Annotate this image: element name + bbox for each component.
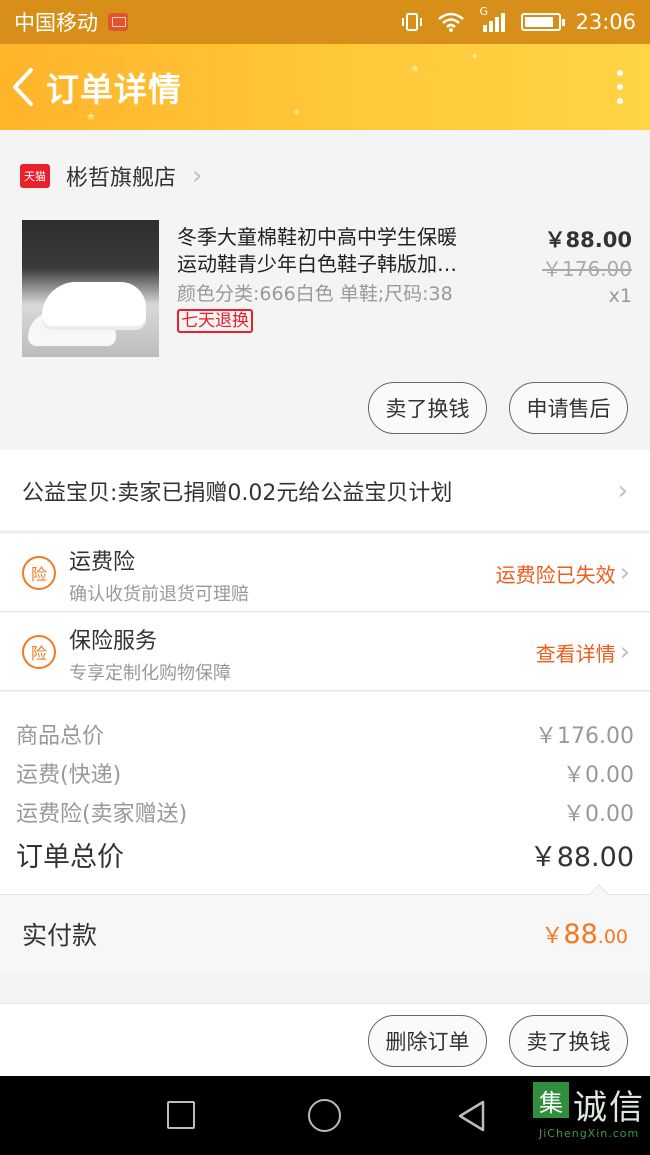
insurance-status: 运费险已失效 ›	[496, 534, 630, 612]
watermark-text: 诚信	[573, 1088, 645, 1128]
charity-row[interactable]: 公益宝贝:卖家已捐赠0.02元给公益宝贝计划 ›	[0, 450, 650, 532]
insurance-subtitle: 确认收货前退货可理赔	[69, 584, 249, 605]
product-title-line: 冬季大童棉鞋初中高中学生保暖	[177, 225, 457, 249]
currency-symbol: ￥	[541, 924, 564, 949]
price-row-value: ￥0.00	[563, 802, 634, 827]
chevron-right-icon: ›	[619, 637, 630, 667]
price-row-value: ￥0.00	[563, 763, 634, 788]
insurance-status-text: 运费险已失效	[495, 562, 616, 587]
order-total-value: ￥88.00	[529, 842, 634, 873]
actual-payment-row: 实付款 ￥88.00	[0, 884, 650, 973]
insurance-title: 保险服务	[69, 629, 158, 654]
product-item[interactable]: 冬季大童棉鞋初中高中学生保暖 运动鞋青少年白色鞋子韩版加… 颜色分类:666白色…	[0, 212, 650, 444]
tmall-logo-icon: 天猫	[20, 164, 50, 188]
insurance-icon: 险	[22, 556, 56, 590]
shop-row[interactable]: 天猫 彬哲旗舰店 ›	[0, 140, 650, 212]
nav-bar: ★ ★ ✦ ✦ 订单详情	[0, 44, 650, 130]
clock: 23:06	[575, 10, 636, 34]
product-title[interactable]: 冬季大童棉鞋初中高中学生保暖 运动鞋青少年白色鞋子韩版加…	[177, 224, 497, 278]
message-notification-icon	[108, 13, 128, 31]
more-dot-icon	[617, 84, 623, 90]
price-row-label: 商品总价	[16, 724, 105, 749]
status-bar: 中国移动 G 23:06	[0, 0, 650, 44]
view-details-text: 查看详情	[535, 641, 616, 666]
product-title-line: 运动鞋青少年白色鞋子韩版加…	[177, 252, 457, 276]
sell-for-cash-button[interactable]: 卖了换钱	[368, 382, 487, 434]
signal-icon: G	[479, 5, 507, 33]
more-options-button[interactable]	[590, 44, 650, 130]
price-row: 运费险(卖家赠送) ￥0.00	[16, 796, 634, 828]
insurance-details-link[interactable]: 查看详情 ›	[536, 613, 630, 691]
insurance-icon: 险	[22, 635, 56, 669]
price-row: 运费(快递) ￥0.00	[16, 757, 634, 789]
return-policy-badge: 七天退换	[177, 309, 253, 333]
more-dot-icon	[617, 98, 623, 104]
price-row-label: 运费(快递)	[16, 763, 122, 788]
chevron-right-icon: ›	[617, 475, 628, 506]
page-title: 订单详情	[46, 70, 182, 109]
product-quantity: x1	[608, 285, 632, 307]
price-row-label: 运费险(卖家赠送)	[16, 802, 188, 827]
delete-order-button[interactable]: 删除订单	[368, 1015, 487, 1067]
chevron-right-icon: ›	[192, 161, 203, 191]
back-button[interactable]	[0, 44, 46, 130]
actual-payment-amount: ￥88.00	[541, 918, 628, 950]
insurance-title: 运费险	[69, 550, 136, 575]
charity-text: 公益宝贝:卖家已捐赠0.02元给公益宝贝计划	[22, 480, 453, 506]
home-icon[interactable]	[308, 1099, 341, 1132]
insurance-service-row[interactable]: 险 保险服务 专享定制化购物保障 查看详情 ›	[0, 613, 650, 691]
chevron-left-icon	[13, 68, 33, 106]
sell-for-cash-button[interactable]: 卖了换钱	[509, 1015, 628, 1067]
shop-name: 彬哲旗舰店	[66, 166, 177, 191]
shipping-insurance-row[interactable]: 险 运费险 确认收货前退货可理赔 运费险已失效 ›	[0, 534, 650, 612]
bottom-action-bar: 删除订单 卖了换钱	[0, 1003, 650, 1076]
watermark-logo-icon: 集	[533, 1082, 569, 1118]
after-sale-button[interactable]: 申请售后	[509, 382, 628, 434]
carrier-label: 中国移动	[14, 11, 98, 35]
amount-integer: 88	[563, 919, 598, 950]
status-indicators: G 23:06	[401, 5, 636, 34]
order-total-row: 订单总价 ￥88.00	[16, 835, 634, 874]
back-triangle-icon[interactable]	[456, 1099, 486, 1133]
price-summary: 商品总价 ￥176.00 运费(快递) ￥0.00 运费险(卖家赠送) ￥0.0…	[0, 692, 650, 895]
price-row-value: ￥176.00	[535, 724, 634, 749]
product-spec: 颜色分类:666白色 单鞋;尺码:38	[177, 283, 453, 305]
battery-icon	[521, 13, 566, 31]
recent-apps-icon[interactable]	[167, 1101, 195, 1129]
watermark: 集 诚信 JiChengXin.com	[531, 1080, 650, 1155]
chevron-right-icon: ›	[619, 558, 630, 588]
product-original-price: ￥176.00	[542, 257, 632, 281]
product-price: ￥88.00	[544, 228, 632, 252]
actual-payment-label: 实付款	[22, 921, 98, 950]
wifi-icon	[438, 12, 465, 32]
price-row: 商品总价 ￥176.00	[16, 718, 634, 750]
order-total-label: 订单总价	[16, 842, 124, 873]
insurance-subtitle: 专享定制化购物保障	[69, 663, 231, 684]
amount-decimal: .00	[597, 926, 628, 948]
vibrate-icon	[402, 13, 423, 31]
product-thumbnail[interactable]	[22, 220, 159, 357]
more-dot-icon	[617, 70, 623, 76]
watermark-url: JiChengXin.com	[539, 1127, 640, 1140]
shoe-image-part	[42, 282, 146, 326]
